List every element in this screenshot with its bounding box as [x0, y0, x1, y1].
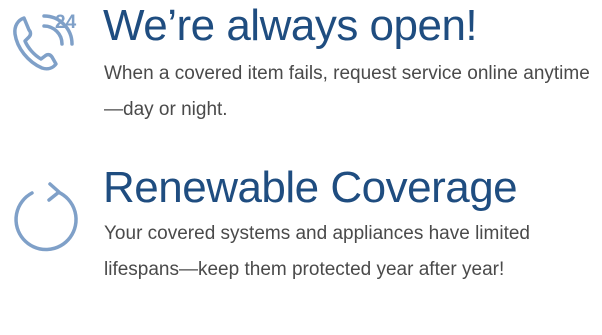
feature-description: Your covered systems and appliances have… — [104, 223, 530, 280]
feature-title: Renewable Coverage — [103, 163, 518, 212]
feature-description: When a covered item fails, request servi… — [104, 63, 590, 120]
icon-badge-text: 24 — [55, 12, 77, 33]
feature-renewable-coverage: Renewable Coverage Your covered systems … — [0, 160, 602, 335]
feature-always-open: 24 We’re always open! When a covered ite… — [0, 0, 602, 140]
feature-title: We’re always open! — [103, 1, 478, 50]
phone-24-hours-icon: 24 — [4, 8, 88, 92]
refresh-cycle-icon — [4, 180, 88, 264]
